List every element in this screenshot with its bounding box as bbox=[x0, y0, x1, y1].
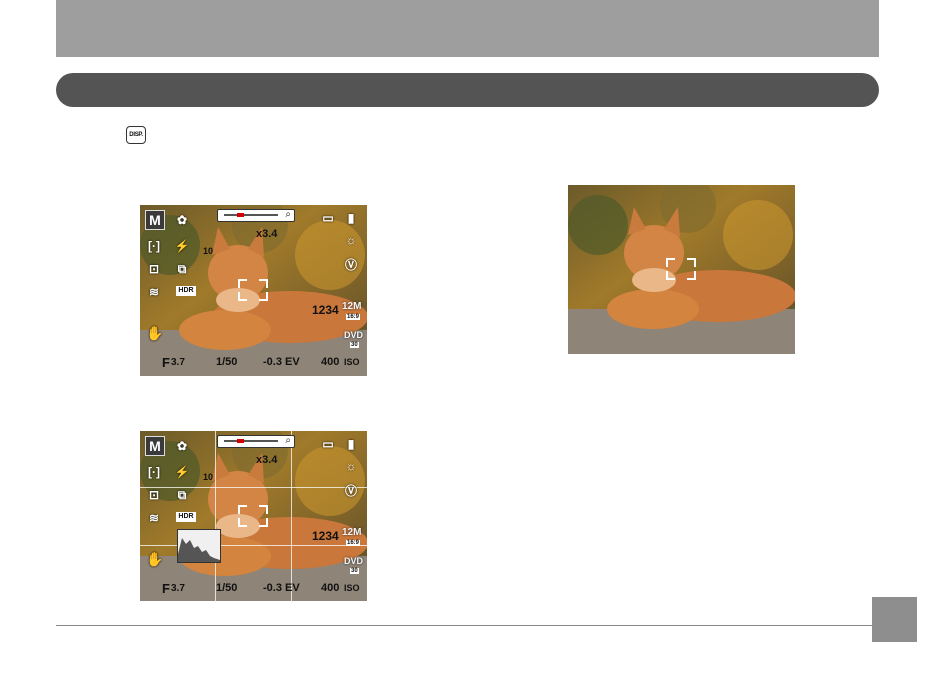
self-timer-label: 10 bbox=[203, 472, 214, 482]
af-mode-icon: ⊡ bbox=[148, 262, 160, 276]
aperture-value: 3.7 bbox=[171, 583, 185, 594]
magnifier-icon: ⌕ bbox=[285, 435, 291, 446]
shots-remaining: 1234 bbox=[312, 303, 339, 317]
mode-m-icon: M bbox=[145, 436, 165, 456]
white-balance-icon: ☼ bbox=[345, 459, 357, 473]
image-size: 12M bbox=[342, 301, 362, 312]
screen-histogram-grid: M ✿ [·] ⚡ ⊡ ⧉ ≋ HDR ✋ 10 ⌕ x3.4 ▭ ▮ ☼ Ⓥ … bbox=[140, 431, 367, 601]
shots-remaining: 1234 bbox=[312, 529, 339, 543]
flash-icon: ⚡ bbox=[174, 239, 190, 253]
self-timer-label: 10 bbox=[203, 246, 214, 256]
wifi-icon: ≋ bbox=[148, 511, 160, 525]
footer-rule bbox=[56, 625, 874, 626]
white-balance-icon: ☼ bbox=[345, 233, 357, 247]
battery-icon: ▮ bbox=[347, 437, 355, 451]
metering-icon: [·] bbox=[148, 239, 160, 253]
aperture-prefix: F bbox=[162, 581, 170, 596]
aperture-value: 3.7 bbox=[171, 357, 185, 368]
aperture-prefix: F bbox=[162, 355, 170, 370]
grid-line bbox=[140, 545, 367, 546]
video-quality: DVD bbox=[344, 330, 364, 340]
battery-icon: ▮ bbox=[347, 211, 355, 225]
iso-unit: ISO bbox=[344, 583, 360, 593]
focus-frame bbox=[238, 279, 268, 301]
hdr-icon: HDR bbox=[176, 286, 196, 296]
hdr-icon: HDR bbox=[176, 512, 196, 522]
af-mode-icon: ⊡ bbox=[148, 488, 160, 502]
macro-icon: ✿ bbox=[176, 439, 188, 453]
zoom-track bbox=[224, 440, 278, 442]
iso-unit: ISO bbox=[344, 357, 360, 367]
memory-card-icon: ▭ bbox=[322, 437, 334, 451]
grid-line bbox=[215, 431, 216, 601]
macro-icon: ✿ bbox=[176, 213, 188, 227]
iso-value: 400 bbox=[321, 582, 340, 594]
zoom-ratio: x3.4 bbox=[256, 228, 278, 240]
focus-frame bbox=[666, 258, 696, 280]
exposure-compensation: -0.3 EV bbox=[263, 356, 300, 368]
continuous-shot-icon: ⧉ bbox=[177, 488, 187, 502]
zoom-position-marker bbox=[237, 213, 244, 217]
video-quality: DVD bbox=[344, 556, 364, 566]
zoom-track bbox=[224, 214, 278, 216]
zoom-position-marker bbox=[237, 439, 244, 443]
magnifier-icon: ⌕ bbox=[285, 209, 291, 220]
wifi-icon: ≋ bbox=[148, 285, 160, 299]
continuous-shot-icon: ⧉ bbox=[177, 262, 187, 276]
zoom-ratio: x3.4 bbox=[256, 454, 278, 466]
exposure-compensation: -0.3 EV bbox=[263, 582, 300, 594]
focus-frame bbox=[238, 505, 268, 527]
mode-m-icon: M bbox=[145, 210, 165, 230]
stabilizer-icon: ✋ bbox=[146, 325, 164, 341]
disp-button-icon: DISP. bbox=[126, 126, 146, 144]
metering-icon: [·] bbox=[148, 465, 160, 479]
zoom-bar: ⌕ bbox=[217, 209, 295, 222]
shutter-speed: 1/50 bbox=[216, 356, 238, 368]
scene-v-icon: Ⓥ bbox=[344, 484, 357, 498]
flash-icon: ⚡ bbox=[174, 465, 190, 479]
header-band bbox=[56, 0, 879, 57]
aspect-ratio: 16:9 bbox=[346, 314, 361, 320]
shutter-speed: 1/50 bbox=[216, 582, 238, 594]
histogram bbox=[177, 529, 221, 563]
image-size: 12M bbox=[342, 527, 362, 538]
zoom-bar: ⌕ bbox=[217, 435, 295, 448]
screen-display-off bbox=[568, 185, 795, 354]
aspect-ratio: 16:9 bbox=[346, 540, 361, 546]
screen-full-info: M ✿ [·] ⚡ ⊡ ⧉ ≋ HDR ✋ 10 ⌕ x3.4 ▭ ▮ ☼ Ⓥ … bbox=[140, 205, 367, 376]
video-fps: 30 bbox=[350, 342, 359, 348]
grid-line bbox=[291, 431, 292, 601]
section-title-bar bbox=[56, 73, 879, 107]
iso-value: 400 bbox=[321, 356, 340, 368]
scene-v-icon: Ⓥ bbox=[344, 258, 357, 272]
video-fps: 30 bbox=[350, 568, 359, 574]
stabilizer-icon: ✋ bbox=[146, 551, 164, 567]
page-number-box bbox=[872, 597, 917, 642]
memory-card-icon: ▭ bbox=[322, 211, 334, 225]
